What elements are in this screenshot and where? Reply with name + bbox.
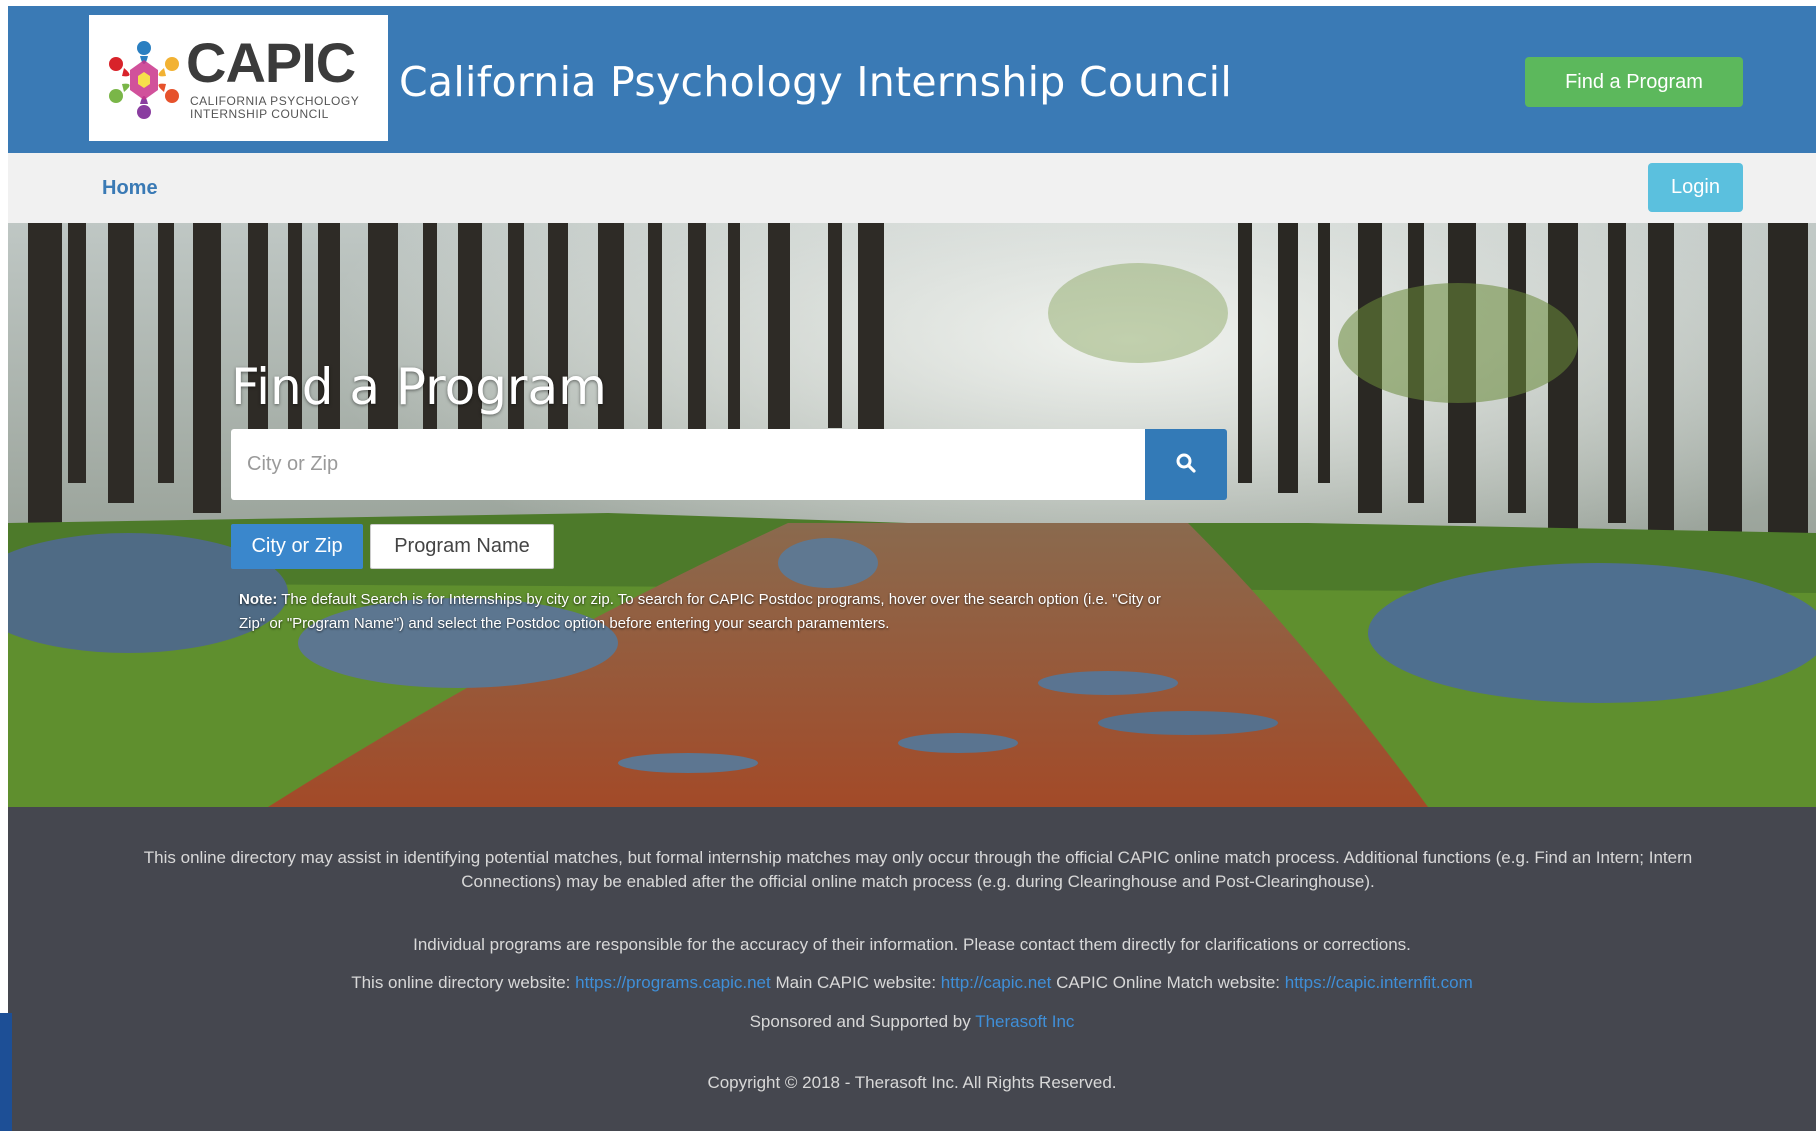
directory-link[interactable]: https://programs.capic.net [575,973,771,992]
footer-responsibility: Individual programs are responsible for … [413,935,1411,954]
site-footer: This online directory may assist in iden… [8,807,1816,1131]
note-text: The default Search is for Internships by… [239,591,1161,632]
search-note: Note: The default Search is for Internsh… [239,588,1189,636]
main-site-label: Main CAPIC website: [770,973,941,992]
hero-title: Find a Program [231,358,607,416]
match-site-link[interactable]: https://capic.internfit.com [1285,973,1473,992]
search-button[interactable] [1145,429,1227,500]
main-site-link[interactable]: http://capic.net [941,973,1052,992]
search-input[interactable] [231,429,1145,500]
site-title: California Psychology Internship Council [399,58,1233,106]
nav-home-link[interactable]: Home [102,177,158,200]
login-button[interactable]: Login [1648,163,1743,212]
page: CAPIC California Psychology Internship C… [8,6,1816,1131]
directory-label: This online directory website: [351,973,576,992]
tab-program-name[interactable]: Program Name [370,524,554,569]
forest-background-image [8,223,1816,807]
sponsor-label: Sponsored and Supported by [749,1012,976,1031]
footer-disclaimer: This online directory may assist in iden… [143,848,1693,891]
footer-sponsor: Sponsored and Supported by Therasoft Inc [8,1012,1816,1032]
footer-copyright: Copyright © 2018 - Therasoft Inc. All Ri… [707,1073,1117,1092]
site-header: CAPIC California Psychology Internship C… [8,6,1816,153]
footer-links: This online directory website: https://p… [8,973,1816,993]
note-label: Note: [239,591,278,608]
hero-section: Find a Program City or Zip Program Name … [8,223,1816,807]
navbar: Home Login [8,153,1816,224]
search-icon [1176,453,1196,473]
sponsor-link[interactable]: Therasoft Inc [975,1012,1074,1031]
tab-city-or-zip[interactable]: City or Zip [231,524,363,569]
capic-logo-icon [109,41,179,119]
capic-logo[interactable]: CAPIC California Psychology Internship C… [89,15,388,141]
match-site-label: CAPIC Online Match website: [1051,973,1285,992]
logo-subtitle: California Psychology Internship Council [190,94,359,121]
left-edge-accent [0,1013,12,1131]
find-program-button[interactable]: Find a Program [1525,57,1743,107]
logo-wordmark: CAPIC [186,31,356,94]
